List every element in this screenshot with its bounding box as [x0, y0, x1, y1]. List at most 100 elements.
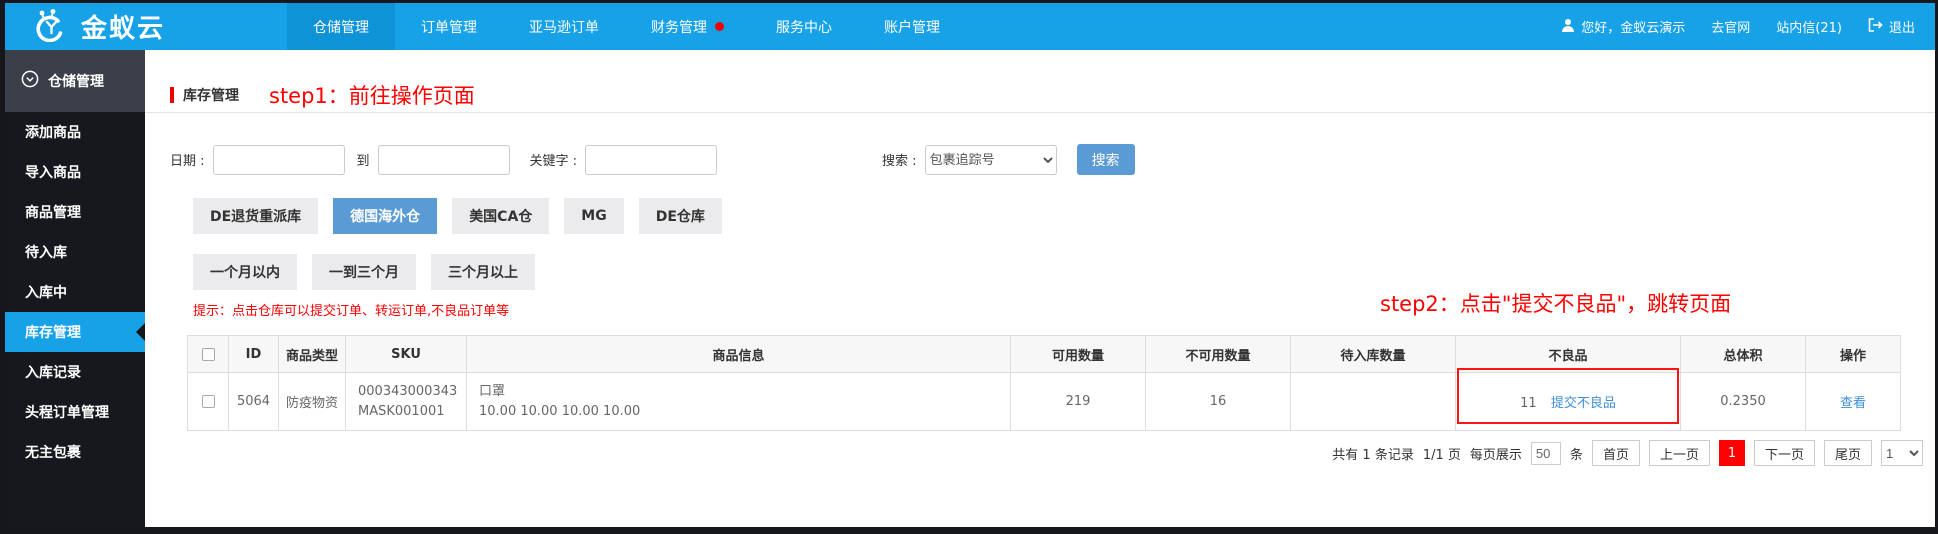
tab-mg-warehouse[interactable]: MG [564, 198, 624, 234]
tab-label: 一到三个月 [329, 265, 399, 281]
select-all-checkbox[interactable] [201, 347, 215, 361]
tab-label: DE退货重派库 [210, 209, 302, 225]
submit-defective-link[interactable]: 提交不良品 [1551, 396, 1616, 411]
sidebar-item-product-management[interactable]: 商品管理 [5, 192, 145, 232]
date-to-input[interactable] [377, 144, 510, 175]
date-to-label: 到 [356, 154, 370, 169]
header-product-type: 商品类型 [278, 335, 346, 373]
header-defective: 不良品 [1455, 335, 1681, 373]
page-size-input[interactable] [1530, 441, 1561, 465]
chevron-down-circle-icon [21, 70, 39, 92]
tab-de-return-warehouse[interactable]: DE退货重派库 [193, 198, 319, 234]
sidebar-item-label: 添加商品 [25, 125, 81, 141]
sidebar-item-label: 无主包裹 [25, 445, 81, 461]
page-jump-select[interactable]: 1 [1881, 440, 1923, 466]
site-mail-link[interactable]: 站内信(21) [1776, 17, 1842, 36]
logout-icon [1868, 17, 1883, 36]
topnav-orders[interactable]: 订单管理 [395, 3, 503, 50]
cell-action: 查看 [1805, 372, 1901, 431]
topnav-amazon-orders[interactable]: 亚马逊订单 [503, 3, 625, 50]
header-action: 操作 [1805, 335, 1901, 373]
filter-row: 日期 : 到 关键字 : 搜索 : 包裹追踪号 搜索 [170, 144, 1135, 175]
page-count-text: 1/1 页 [1422, 447, 1461, 463]
sidebar-item-label: 入库记录 [25, 365, 81, 381]
cell-product-info: 口罩 10.00 10.00 10.00 10.00 [466, 372, 1011, 431]
record-count-text: 共有 1 条记录 [1332, 447, 1414, 463]
topnav-service-center[interactable]: 服务中心 [750, 3, 858, 50]
app-window: 金蚁云 仓储管理 订单管理 亚马逊订单 财务管理 服务中心 账户管理 您好，金蚁… [0, 0, 1938, 534]
first-page-button[interactable]: 首页 [1591, 440, 1640, 466]
sidebar-item-inbound-in-progress[interactable]: 入库中 [5, 272, 145, 312]
keyword-label: 关键字 : [529, 154, 578, 169]
cell-id: 5064 [228, 372, 279, 431]
header-select-all-cell [187, 335, 229, 373]
header-available-qty: 可用数量 [1010, 335, 1146, 373]
page-title: 库存管理 [183, 88, 239, 104]
sidebar-item-add-product[interactable]: 添加商品 [5, 112, 145, 152]
product-dimensions: 10.00 10.00 10.00 10.00 [479, 403, 641, 419]
header-pending-inbound-qty: 待入库数量 [1290, 335, 1456, 373]
greeting-text: 您好，金蚁云演示 [1581, 21, 1686, 36]
row-select-cell [187, 372, 229, 431]
warehouse-tabs: DE退货重派库 德国海外仓 美国CA仓 MG DE仓库 [193, 198, 722, 234]
tab-one-to-three-months[interactable]: 一到三个月 [312, 254, 416, 290]
top-navigation: 仓储管理 订单管理 亚马逊订单 财务管理 服务中心 账户管理 [287, 3, 966, 50]
tab-label: 德国海外仓 [350, 209, 421, 225]
logo-ant-icon [27, 8, 73, 46]
topnav-label: 财务管理 [651, 19, 707, 36]
search-type-label: 搜索 : [882, 154, 917, 169]
sidebar-item-first-leg-orders[interactable]: 头程订单管理 [5, 392, 145, 432]
tab-us-ca-warehouse[interactable]: 美国CA仓 [452, 198, 550, 234]
date-from-input[interactable] [212, 144, 345, 175]
tab-within-one-month[interactable]: 一个月以内 [193, 254, 297, 290]
cell-unavailable-qty: 16 [1145, 372, 1291, 431]
sidebar-item-unclaimed-packages[interactable]: 无主包裹 [5, 432, 145, 472]
sidebar-header-warehouse[interactable]: 仓储管理 [5, 50, 145, 112]
topnav-label: 订单管理 [421, 19, 477, 36]
topnav-label: 账户管理 [884, 19, 940, 36]
logo[interactable]: 金蚁云 [5, 3, 287, 50]
tab-label: 美国CA仓 [469, 209, 533, 225]
tab-label: MG [581, 208, 607, 224]
keyword-input[interactable] [585, 144, 718, 175]
search-type-select[interactable]: 包裹追踪号 [924, 144, 1057, 175]
date-label: 日期 : [170, 154, 205, 169]
search-button[interactable]: 搜索 [1076, 144, 1135, 175]
next-page-button[interactable]: 下一页 [1753, 440, 1815, 466]
sidebar-item-inbound-records[interactable]: 入库记录 [5, 352, 145, 392]
topnav-finance[interactable]: 财务管理 [625, 3, 750, 50]
sidebar-item-pending-inbound[interactable]: 待入库 [5, 232, 145, 272]
current-page-indicator: 1 [1718, 440, 1745, 466]
topnav-account[interactable]: 账户管理 [858, 3, 966, 50]
sku-code: 000343000343 [358, 383, 458, 399]
notification-dot [715, 22, 724, 31]
tab-germany-overseas-warehouse[interactable]: 德国海外仓 [333, 198, 438, 234]
official-site-link[interactable]: 去官网 [1711, 17, 1750, 36]
sidebar-item-label: 入库中 [25, 285, 67, 301]
table-row: 5064 防疫物资 000343000343 MASK001001 口罩 10.… [187, 372, 1901, 431]
last-page-button[interactable]: 尾页 [1823, 440, 1872, 466]
header-divider [145, 112, 1935, 113]
pagination: 共有 1 条记录 1/1 页 每页展示 条 首页 上一页 1 下一页 尾页 1 [1332, 440, 1923, 466]
user-icon [1561, 18, 1575, 36]
header-sku: SKU [345, 335, 467, 373]
topbar: 金蚁云 仓储管理 订单管理 亚马逊订单 财务管理 服务中心 账户管理 您好，金蚁… [5, 3, 1935, 50]
tab-over-three-months[interactable]: 三个月以上 [431, 254, 535, 290]
tab-label: 一个月以内 [210, 265, 280, 281]
user-greeting[interactable]: 您好，金蚁云演示 [1561, 17, 1685, 36]
topnav-warehouse[interactable]: 仓储管理 [287, 3, 395, 50]
topbar-right: 您好，金蚁云演示 去官网 站内信(21) 退出 [1561, 3, 1935, 50]
sidebar-item-import-product[interactable]: 导入商品 [5, 152, 145, 192]
view-link[interactable]: 查看 [1840, 396, 1866, 411]
header-id: ID [228, 335, 279, 373]
logout-link[interactable]: 退出 [1868, 17, 1915, 36]
tab-label: 三个月以上 [448, 265, 518, 281]
tab-de-warehouse[interactable]: DE仓库 [638, 198, 722, 234]
hint-text: 提示：点击仓库可以提交订单、转运订单,不良品订单等 [193, 304, 510, 319]
topnav-label: 仓储管理 [313, 19, 369, 36]
cell-sku: 000343000343 MASK001001 [345, 372, 467, 431]
sidebar-item-inventory-management[interactable]: 库存管理 [5, 312, 145, 352]
prev-page-button[interactable]: 上一页 [1648, 440, 1710, 466]
row-checkbox[interactable] [201, 395, 215, 408]
site-mail-text: 站内信(21) [1776, 21, 1842, 36]
